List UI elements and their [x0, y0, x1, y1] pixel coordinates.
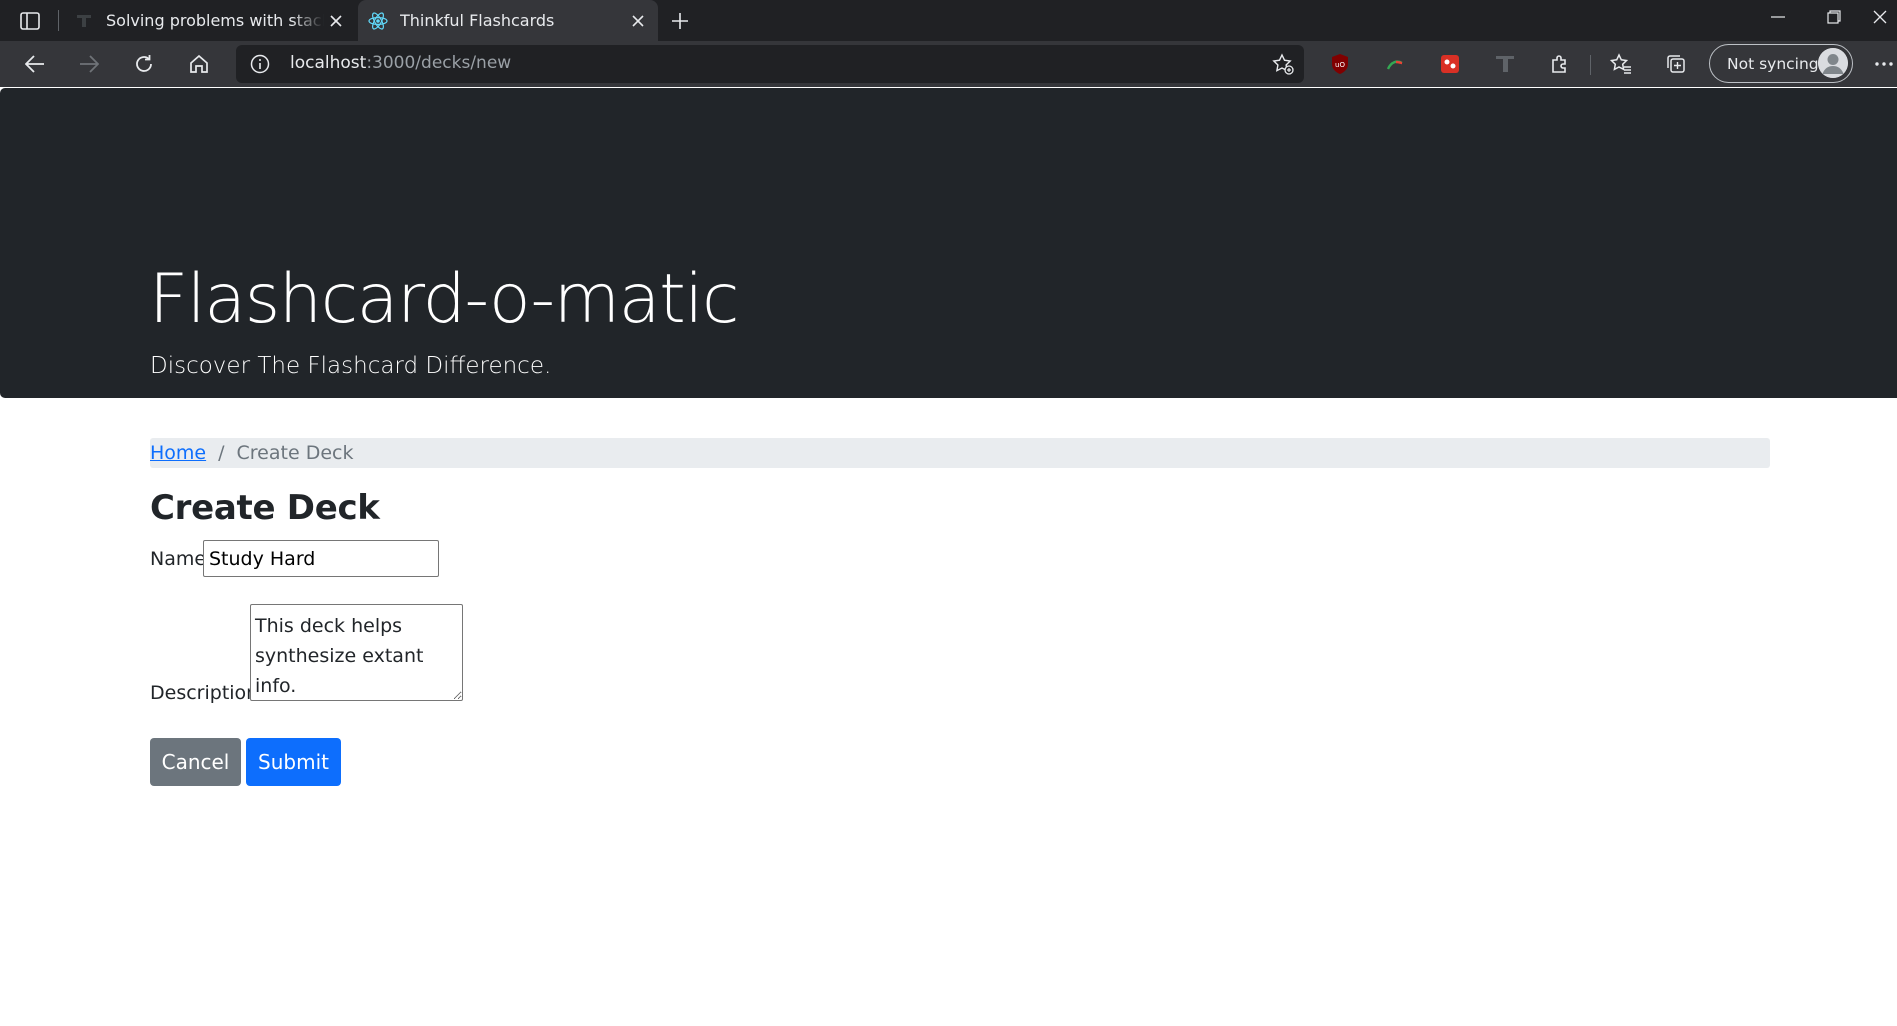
browser-toolbar: localhost:3000/decks/new uO Not syncing — [0, 41, 1897, 87]
tab-stacks[interactable]: Solving problems with stacks and — [64, 0, 356, 41]
extensions-puzzle-icon[interactable] — [1543, 47, 1577, 81]
toolbar-separator — [1590, 55, 1591, 75]
refresh-icon[interactable] — [127, 47, 161, 81]
url-host: localhost — [290, 53, 367, 73]
profile-sync-button[interactable]: Not syncing — [1709, 44, 1853, 83]
svg-text:uO: uO — [1335, 61, 1345, 69]
ublock-icon[interactable]: uO — [1323, 47, 1357, 81]
description-label: Description — [150, 682, 259, 704]
favorites-icon[interactable] — [1604, 47, 1638, 81]
description-textarea[interactable]: This deck helps synthesize extant info. — [250, 604, 463, 701]
forward-icon[interactable] — [72, 47, 106, 81]
back-icon[interactable] — [18, 47, 52, 81]
extension-red-icon[interactable] — [1433, 47, 1467, 81]
collections-icon[interactable] — [1659, 47, 1693, 81]
tab-actions-icon[interactable] — [16, 8, 44, 34]
close-icon[interactable] — [324, 9, 348, 33]
address-bar[interactable]: localhost:3000/decks/new — [236, 45, 1304, 83]
cancel-button[interactable]: Cancel — [150, 738, 241, 786]
home-icon[interactable] — [182, 47, 216, 81]
site-title: Flashcard-o-matic — [149, 260, 739, 339]
new-tab-icon[interactable] — [666, 7, 694, 35]
page-title: Create Deck — [150, 488, 380, 528]
name-label: Name — [150, 548, 207, 570]
thinkful-icon — [74, 11, 94, 31]
window-close-icon[interactable] — [1862, 0, 1897, 34]
tab-separator — [58, 10, 59, 31]
breadcrumb-current: Create Deck — [236, 442, 354, 464]
restore-icon[interactable] — [1806, 0, 1862, 34]
tab-title: Thinkful Flashcards — [400, 11, 555, 30]
breadcrumb: Home / Create Deck — [150, 438, 1770, 468]
browser-tab-bar: Solving problems with stacks and Thinkfu… — [0, 0, 1897, 41]
thinkful-extension-icon[interactable] — [1488, 47, 1522, 81]
more-options-icon[interactable] — [1870, 47, 1897, 81]
tab-title: Solving problems with stacks and — [106, 11, 324, 30]
breadcrumb-separator: / — [218, 442, 225, 464]
site-info-icon[interactable] — [250, 54, 270, 74]
extension-arc-icon[interactable] — [1378, 47, 1412, 81]
profile-sync-label: Not syncing — [1727, 54, 1819, 73]
url-path: :3000/decks/new — [366, 53, 512, 73]
add-favorite-icon[interactable] — [1272, 53, 1294, 75]
name-input[interactable] — [203, 540, 439, 577]
site-subtitle: Discover The Flashcard Difference. — [150, 353, 552, 379]
submit-button[interactable]: Submit — [246, 738, 341, 786]
avatar — [1818, 48, 1848, 78]
tab-thinkful-flashcards[interactable]: Thinkful Flashcards — [358, 0, 658, 41]
close-icon[interactable] — [626, 9, 650, 33]
jumbotron-header: Flashcard-o-matic Discover The Flashcard… — [0, 88, 1897, 398]
minimize-icon[interactable] — [1750, 0, 1806, 34]
react-icon — [368, 11, 388, 31]
url-text: localhost:3000/decks/new — [290, 53, 511, 73]
breadcrumb-home-link[interactable]: Home — [150, 442, 206, 464]
